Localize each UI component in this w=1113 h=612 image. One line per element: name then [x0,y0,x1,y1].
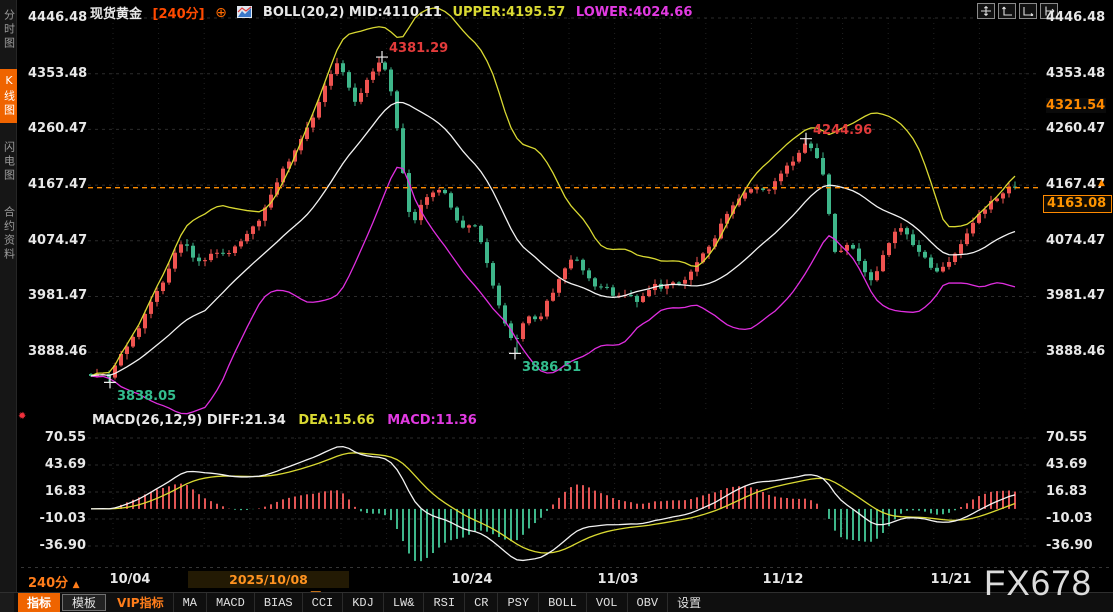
macd-y-tick: 43.69 [1046,457,1108,472]
selected-candle-time: 2025/10/08 22:00~02:00 三 [188,571,349,588]
boll-readout: BOLL(20,2) MID:4110.11 [263,5,442,20]
x-axis-tick: 11/21 [906,572,996,587]
tab-LW&[interactable]: LW& [383,593,424,612]
tab-VIP指标[interactable]: VIP指标 [108,593,173,612]
y-axis-tick: 3981.47 [28,288,86,303]
tab-指标[interactable]: 指标 [18,593,60,612]
tab-PSY[interactable]: PSY [497,593,538,612]
y-axis-tick: 4167.47 [28,177,86,192]
tab-BIAS[interactable]: BIAS [254,593,302,612]
y-axis-tick: 4446.48 [1046,10,1108,25]
tab-OBV[interactable]: OBV [627,593,668,612]
indicator-tab-bar: 指标模板VIP指标MAMACDBIASCCIKDJLW&RSICRPSYBOLL… [0,592,1113,612]
tab-模板[interactable]: 模板 [62,594,106,611]
boll-upper-readout: UPPER:4195.57 [452,5,565,20]
tab-设置[interactable]: 设置 [667,593,710,612]
sidebar-item-闪电图[interactable]: 闪电图 [0,136,17,188]
sidebar: 分时图 K线图闪电图合约资料 [0,0,17,592]
macd-y-tick: -10.03 [28,511,86,526]
tab-bar-corner-icon [0,593,14,612]
period-selector[interactable]: 240分 ▲ [28,572,80,591]
sidebar-item-合约资料[interactable]: 合约资料 [0,201,17,267]
macd-header: MACD(26,12,9) DIFF:21.34 DEA:15.66 MACD:… [92,413,485,428]
instrument-name: 现货黄金 [90,7,142,22]
current-price-label: 4163.08 [1043,195,1112,213]
tab-MA[interactable]: MA [173,593,206,612]
y-axis-tick: 4446.48 [28,10,86,25]
tab-KDJ[interactable]: KDJ [342,593,383,612]
macd-diff-readout: MACD(26,12,9) DIFF:21.34 [92,413,286,428]
y-axis-tick: 4074.47 [1046,233,1108,248]
macd-y-tick: -36.90 [28,538,86,553]
pan-icon[interactable] [977,3,995,19]
y-axis-tick: 3981.47 [1046,288,1108,303]
y-axis-tick: 3888.46 [1046,344,1108,359]
x-axis-tick: 10/24 [427,572,517,587]
boll-lower-readout: LOWER:4024.66 [576,5,693,20]
alarm-icon[interactable]: ✹ [18,411,26,422]
macd-y-tick: 16.83 [28,484,86,499]
tab-CR[interactable]: CR [464,593,497,612]
y-axis-tick: 3888.46 [28,344,86,359]
alert-arrow-icon[interactable]: ▲ [1098,179,1105,187]
crosshair-icon[interactable]: ⊕ [215,5,227,21]
macd-y-tick: -10.03 [1046,511,1108,526]
alert-price-label[interactable]: 4321.54 [1046,98,1106,113]
watermark: FX678 [984,564,1092,604]
y-axis-tick: 4353.48 [1046,66,1108,81]
tab-CCI[interactable]: CCI [302,593,343,612]
y-axis-zoom-icon[interactable] [998,3,1016,19]
tab-MACD[interactable]: MACD [206,593,254,612]
candlestick-chart[interactable] [0,0,1113,612]
period-arrow-icon: ▲ [73,580,80,590]
y-axis-tick: 4353.48 [28,66,86,81]
price-annotation: 4381.29 [389,41,448,56]
y-axis-tick: 4074.47 [28,233,86,248]
macd-y-tick: -36.90 [1046,538,1108,553]
sidebar-item-分时图[interactable]: 分时图 [0,4,17,56]
macd-y-tick: 16.83 [1046,484,1108,499]
price-annotation: 3838.05 [117,389,176,404]
x-axis-tick: 11/12 [738,572,828,587]
price-annotation: 4244.96 [813,123,872,138]
chart-type-icon[interactable] [237,6,252,22]
macd-y-tick: 43.69 [28,457,86,472]
tab-VOL[interactable]: VOL [586,593,627,612]
y-axis-tick: 4260.47 [1046,121,1108,136]
chart-header: 现货黄金 [240分] ⊕ BOLL(20,2) MID:4110.11 UPP… [90,3,698,21]
x-axis-tick: 11/03 [573,572,663,587]
tab-BOLL[interactable]: BOLL [538,593,586,612]
macd-y-tick: 70.55 [28,430,86,445]
tab-RSI[interactable]: RSI [423,593,464,612]
period-badge[interactable]: [240分] [153,7,205,22]
macd-dea-readout: DEA:15.66 [298,413,374,428]
x-axis-zoom-icon[interactable] [1019,3,1037,19]
y-axis-tick: 4260.47 [28,121,86,136]
sidebar-item-K线图[interactable]: K线图 [0,69,17,123]
x-axis-tick: 10/04 [85,572,175,587]
macd-y-tick: 70.55 [1046,430,1108,445]
macd-value-readout: MACD:11.36 [387,413,477,428]
price-annotation: 3886.51 [522,360,581,375]
